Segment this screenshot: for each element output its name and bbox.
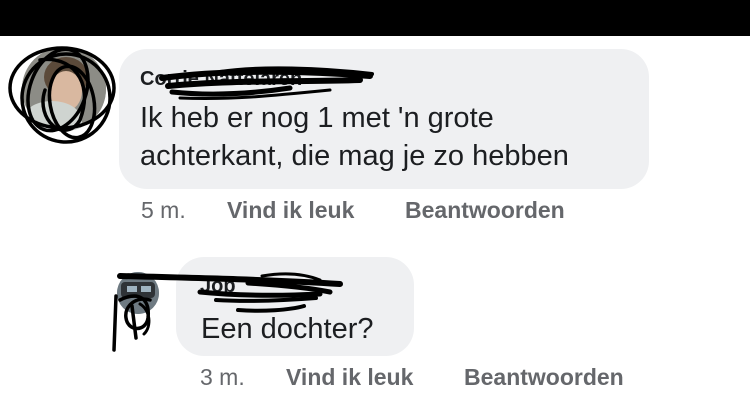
- comment-timestamp[interactable]: 3 m.: [200, 363, 245, 391]
- like-button[interactable]: Vind ik leuk: [286, 363, 413, 391]
- avatar[interactable]: [117, 272, 159, 314]
- comment-text: Ik heb er nog 1 met 'n grote achterkant,…: [140, 99, 569, 175]
- comment-text-line: achterkant, die mag je zo hebben: [140, 140, 569, 172]
- profile-photo-icon: [117, 272, 159, 314]
- comment-bubble: Job Een dochter?: [176, 257, 414, 356]
- like-button[interactable]: Vind ik leuk: [227, 196, 354, 224]
- reply-button[interactable]: Beantwoorden: [405, 196, 565, 224]
- avatar[interactable]: [22, 47, 106, 131]
- comment-timestamp[interactable]: 5 m.: [141, 196, 186, 224]
- reply-button[interactable]: Beantwoorden: [464, 363, 624, 391]
- comment-author[interactable]: Job: [200, 274, 236, 298]
- comment-author[interactable]: Corrie Nattelaren: [140, 67, 302, 91]
- top-bar: [0, 0, 750, 36]
- profile-photo-icon: [22, 47, 106, 131]
- comment-bubble: Corrie Nattelaren Ik heb er nog 1 met 'n…: [119, 49, 649, 189]
- comment-text-line: Ik heb er nog 1 met 'n grote: [140, 102, 494, 134]
- comment-text: Een dochter?: [201, 310, 374, 348]
- comment-text-line: Een dochter?: [201, 313, 374, 345]
